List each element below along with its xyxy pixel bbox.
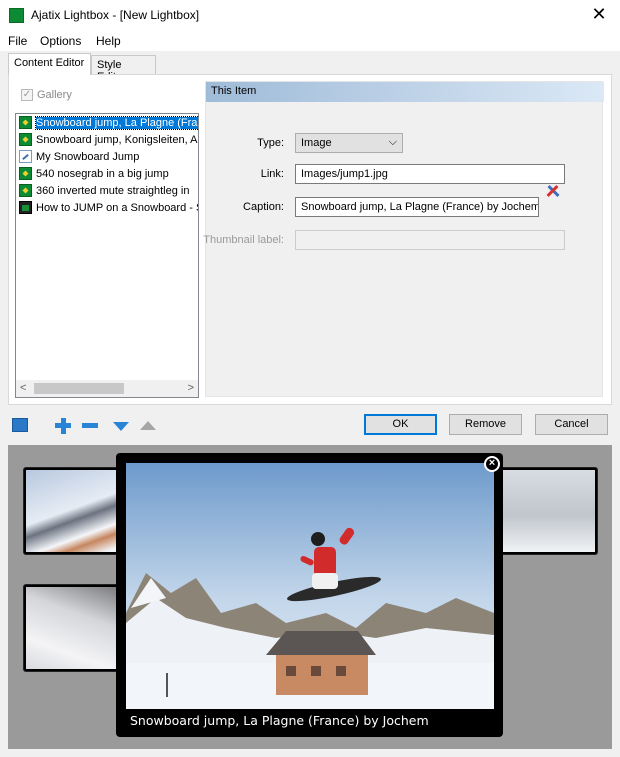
list-item[interactable]: My Snowboard Jump xyxy=(16,148,198,165)
menu-bar: File Options Help xyxy=(0,31,620,51)
list-item[interactable]: Snowboard jump, Konigsleiten, Austria xyxy=(16,131,198,148)
list-item-label: How to JUMP on a Snowboard - Snowboardin… xyxy=(36,201,198,214)
add-item-icon[interactable] xyxy=(55,418,71,434)
menu-options[interactable]: Options xyxy=(40,34,81,48)
close-window-button[interactable]: ✕ xyxy=(588,4,610,25)
tab-style-editor[interactable]: Style Editor xyxy=(91,55,156,83)
gallery-checkbox[interactable]: ✓ Gallery xyxy=(21,89,72,101)
image-icon xyxy=(19,167,32,180)
thumbnail-image xyxy=(491,470,595,552)
preview-window-icon[interactable] xyxy=(12,418,28,432)
list-item-label: My Snowboard Jump xyxy=(36,150,140,163)
video-icon xyxy=(19,201,32,214)
remove-button[interactable]: Remove xyxy=(449,414,522,435)
ok-button[interactable]: OK xyxy=(364,414,437,435)
app-icon xyxy=(9,8,24,23)
list-item-label: 360 inverted mute straightleg in xyxy=(36,184,190,197)
list-item-label: 540 nosegrab in a big jump xyxy=(36,167,169,180)
gallery-label: Gallery xyxy=(37,89,72,101)
list-item[interactable]: How to JUMP on a Snowboard - Snowboardin… xyxy=(16,199,198,216)
menu-help[interactable]: Help xyxy=(96,34,121,48)
list-item[interactable]: 360 inverted mute straightleg in xyxy=(16,182,198,199)
caption-label: Caption: xyxy=(243,201,284,213)
image-icon xyxy=(19,184,32,197)
scroll-left-arrow-icon[interactable]: < xyxy=(20,382,26,394)
window-title: Ajatix Lightbox - [New Lightbox] xyxy=(31,8,200,22)
scrollbar-thumb[interactable] xyxy=(34,383,124,394)
move-down-icon[interactable] xyxy=(113,422,129,431)
items-list[interactable]: Snowboard jump, La Plagne (France) by Jo… xyxy=(15,113,199,398)
menu-file[interactable]: File xyxy=(8,34,27,48)
caption-input[interactable]: Snowboard jump, La Plagne (France) by Jo… xyxy=(295,197,539,217)
item-detail-panel: This Item Type: Image ⌵ Link: Images/jum… xyxy=(203,81,604,397)
tab-content-editor[interactable]: Content Editor xyxy=(8,53,91,75)
lightbox-popup: Snowboard jump, La Plagne (France) by Jo… xyxy=(116,453,503,737)
title-bar: Ajatix Lightbox - [New Lightbox] ✕ xyxy=(0,0,620,31)
list-item-label: Snowboard jump, La Plagne (France) by Jo… xyxy=(34,115,198,130)
image-icon xyxy=(19,116,32,129)
thumbnail-label-input[interactable] xyxy=(295,230,565,250)
detail-header: This Item xyxy=(206,82,604,102)
move-up-icon xyxy=(140,421,156,430)
lightbox-caption: Snowboard jump, La Plagne (France) by Jo… xyxy=(130,713,429,728)
link-label: Link: xyxy=(260,168,284,180)
thumbnail-label: Thumbnail label: xyxy=(203,234,284,246)
cancel-button[interactable]: Cancel xyxy=(535,414,608,435)
link-icon xyxy=(19,150,32,163)
snowboard-jump-photo xyxy=(126,463,494,709)
image-icon xyxy=(19,133,32,146)
scroll-right-arrow-icon[interactable]: > xyxy=(188,382,194,394)
type-label: Type: xyxy=(257,137,284,149)
list-item-label: Snowboard jump, Konigsleiten, Austria xyxy=(36,133,198,146)
pin-icon[interactable] xyxy=(546,184,560,198)
lightbox-image xyxy=(126,463,494,709)
remove-item-icon[interactable] xyxy=(82,423,98,428)
list-item[interactable]: Snowboard jump, La Plagne (France) by Jo… xyxy=(16,114,198,131)
close-icon[interactable]: × xyxy=(484,456,500,472)
chevron-down-icon: ⌵ xyxy=(388,136,397,148)
preview-thumbnail[interactable] xyxy=(488,467,598,555)
type-select-value: Image xyxy=(301,137,332,149)
link-input[interactable]: Images/jump1.jpg xyxy=(295,164,565,184)
list-item[interactable]: 540 nosegrab in a big jump xyxy=(16,165,198,182)
content-editor-panel: ✓ Gallery Snowboard jump, La Plagne (Fra… xyxy=(8,74,612,405)
list-horizontal-scrollbar[interactable]: < > xyxy=(16,380,198,397)
checkbox-check-icon: ✓ xyxy=(21,89,33,101)
type-select[interactable]: Image ⌵ xyxy=(295,133,403,153)
